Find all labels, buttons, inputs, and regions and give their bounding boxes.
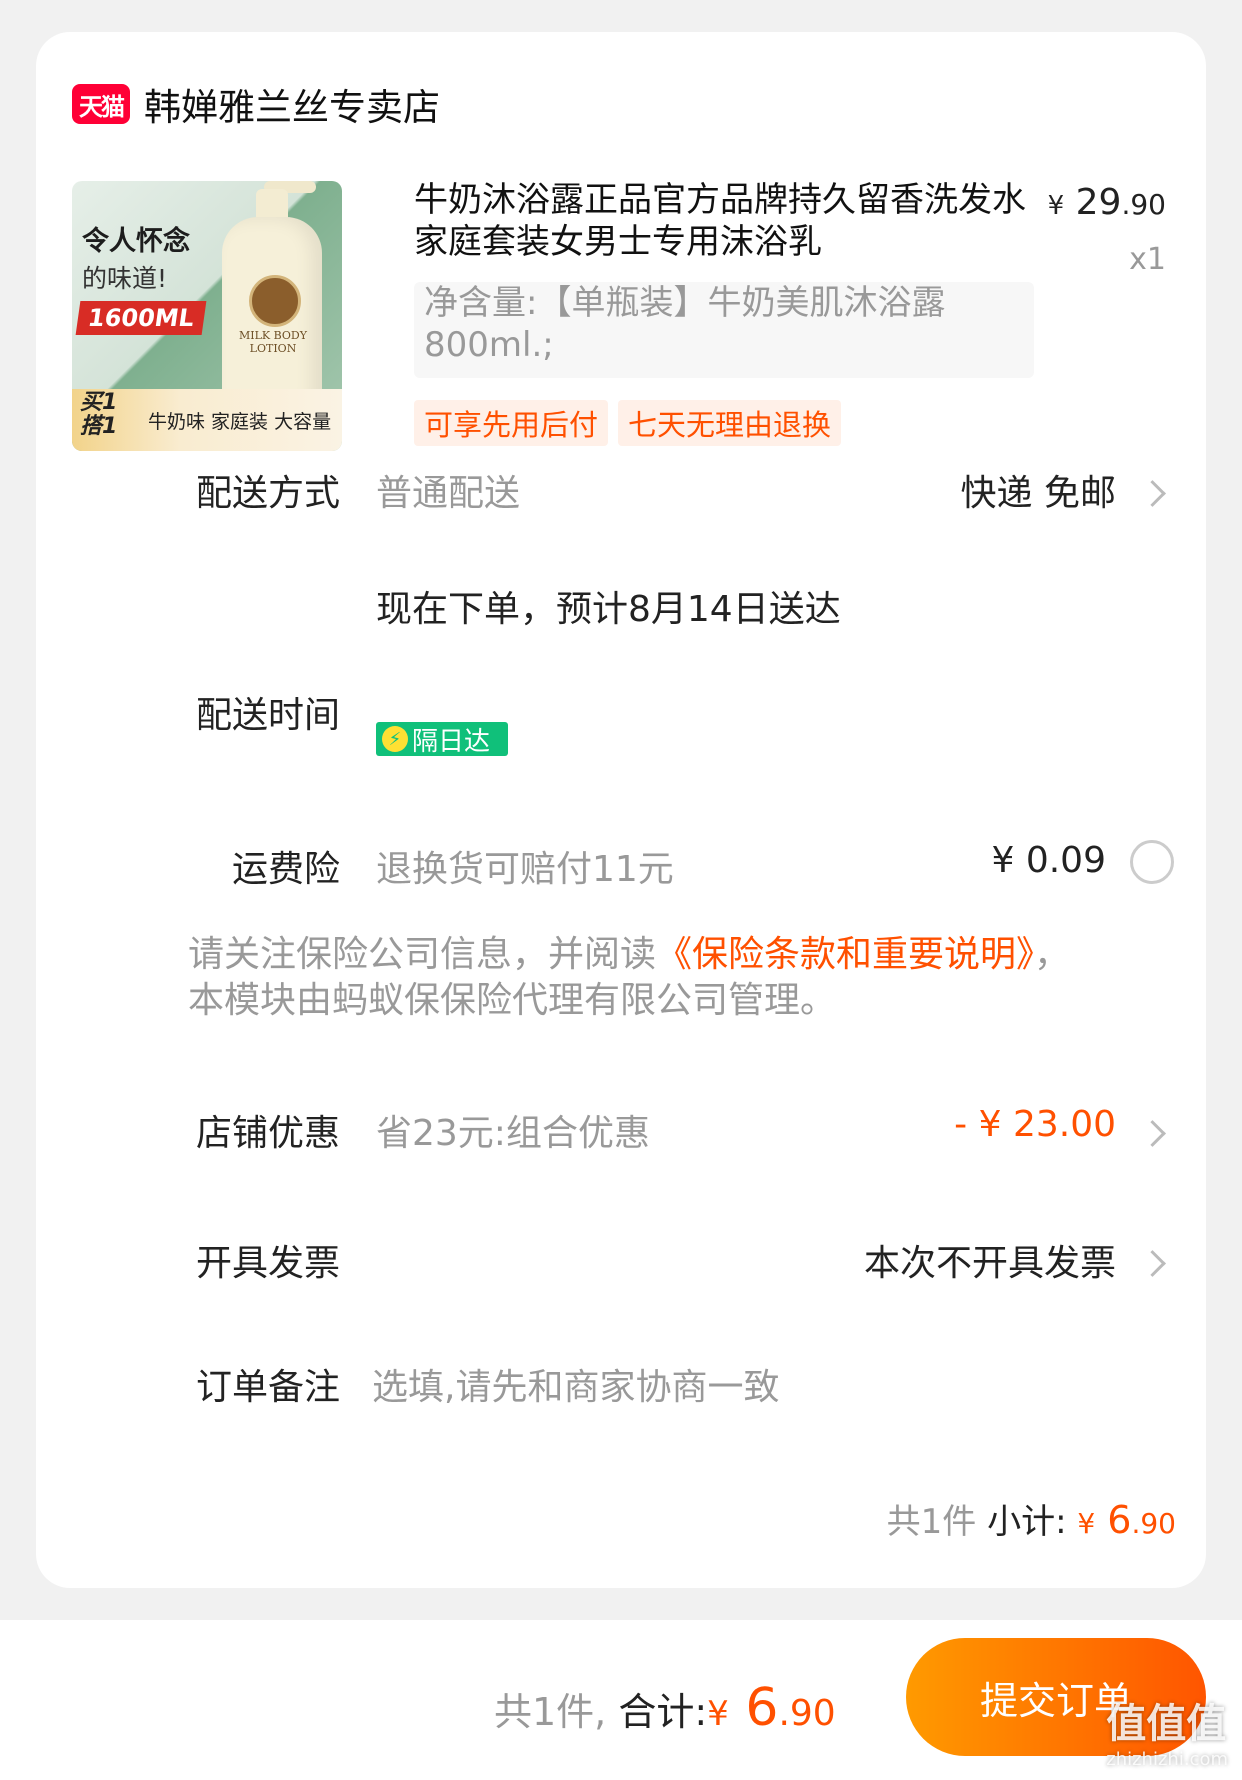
- delivery-method-value: 普通配送: [376, 473, 521, 514]
- image-promo-text: 牛奶味 家庭装 大容量: [148, 411, 332, 433]
- price-integer: 29: [1075, 182, 1122, 223]
- currency-symbol: ¥: [1047, 191, 1065, 221]
- service-badges: 可享先用后付 七天无理由退换: [414, 400, 842, 446]
- total-amount: ¥ 6.90: [707, 1678, 836, 1738]
- subtotal-label: 小计:: [987, 1502, 1067, 1542]
- insurance-terms-link[interactable]: 《保险条款和重要说明》: [656, 934, 1034, 975]
- image-volume-tag: 1600ML: [75, 301, 207, 335]
- invoice-label: 开具发票: [195, 1243, 340, 1284]
- order-note-input[interactable]: 选填,请先和商家协商一致: [372, 1358, 779, 1410]
- product-image[interactable]: 令人怀念 的味道! 1600ML MILK BODY LOTION 买1 搭1 …: [72, 181, 342, 451]
- image-caption: 令人怀念: [82, 226, 190, 257]
- total-count: 共1件,: [494, 1690, 607, 1734]
- shop-name[interactable]: 韩婵雅兰丝专卖店: [144, 77, 440, 131]
- delivery-time-value: 现在下单，预计8月14日送达: [376, 589, 841, 630]
- store-discount-amount: - ¥ 23.00: [954, 1104, 1116, 1145]
- tmall-logo-icon: 天猫: [72, 84, 130, 124]
- watermark: 值值值 zhizhizhi.com: [1106, 1701, 1228, 1770]
- delivery-method-label: 配送方式: [195, 473, 340, 514]
- product-quantity: x1: [1129, 242, 1166, 277]
- order-note-label: 订单备注: [195, 1367, 340, 1408]
- image-caption: 的味道!: [82, 264, 168, 293]
- cow-icon: [249, 275, 301, 327]
- subtotal-amount: ¥ 6.90: [1077, 1498, 1176, 1542]
- checkout-footer: 共1件, 合计:¥ 6.90 提交订单 值值值 zhizhizhi.com: [0, 1620, 1242, 1780]
- total-label: 合计:: [618, 1690, 708, 1734]
- shipping-insurance-value: 退换货可赔付11元: [376, 849, 674, 890]
- insurance-radio[interactable]: [1130, 840, 1174, 884]
- store-discount-label: 店铺优惠: [195, 1113, 340, 1154]
- store-discount-value: 省23元:组合优惠: [376, 1113, 650, 1154]
- subtotal: 共1件 小计: ¥ 6.90: [887, 1494, 1176, 1543]
- product-price: ¥ 29.90: [1048, 182, 1166, 223]
- sku-selector[interactable]: 净含量:【单瓶装】牛奶美肌沐浴露800ml.;: [414, 282, 1034, 378]
- badge-7day-return: 七天无理由退换: [618, 400, 842, 446]
- insurance-notice: 请关注保险公司信息，并阅读《保险条款和重要说明》，本模块由蚂蚁保保险代理有限公司…: [188, 932, 1088, 1024]
- bottle-label: MILK BODY LOTION: [238, 329, 307, 355]
- delivery-time-label: 配送时间: [195, 695, 340, 736]
- shipping-insurance-label: 运费险: [231, 849, 340, 890]
- lightning-icon: ⚡: [382, 726, 408, 752]
- total: 共1件, 合计:¥ 6.90: [494, 1678, 836, 1738]
- invoice-value: 本次不开具发票: [863, 1243, 1116, 1284]
- shop-header[interactable]: 天猫 韩婵雅兰丝专卖店: [72, 76, 440, 132]
- image-promo-buy1get1: 买1 搭1: [80, 390, 118, 439]
- product-title[interactable]: 牛奶沐浴露正品官方品牌持久留香洗发水家庭套装女男士专用沫浴乳: [414, 179, 1038, 263]
- next-day-tag: ⚡ 隔日达: [376, 722, 508, 757]
- price-cents: .90: [1121, 188, 1166, 221]
- delivery-method-right: 快递 免邮: [960, 473, 1116, 514]
- subtotal-count: 共1件: [886, 1502, 977, 1542]
- notice-text: 请关注保险公司信息，并阅读: [188, 934, 657, 975]
- shipping-insurance-price: ¥ 0.09: [991, 840, 1106, 881]
- order-card: 天猫 韩婵雅兰丝专卖店 令人怀念 的味道! 1600ML MILK BODY L…: [36, 32, 1206, 1588]
- badge-pay-later: 可享先用后付: [414, 400, 609, 446]
- next-day-label: 隔日达: [412, 726, 491, 757]
